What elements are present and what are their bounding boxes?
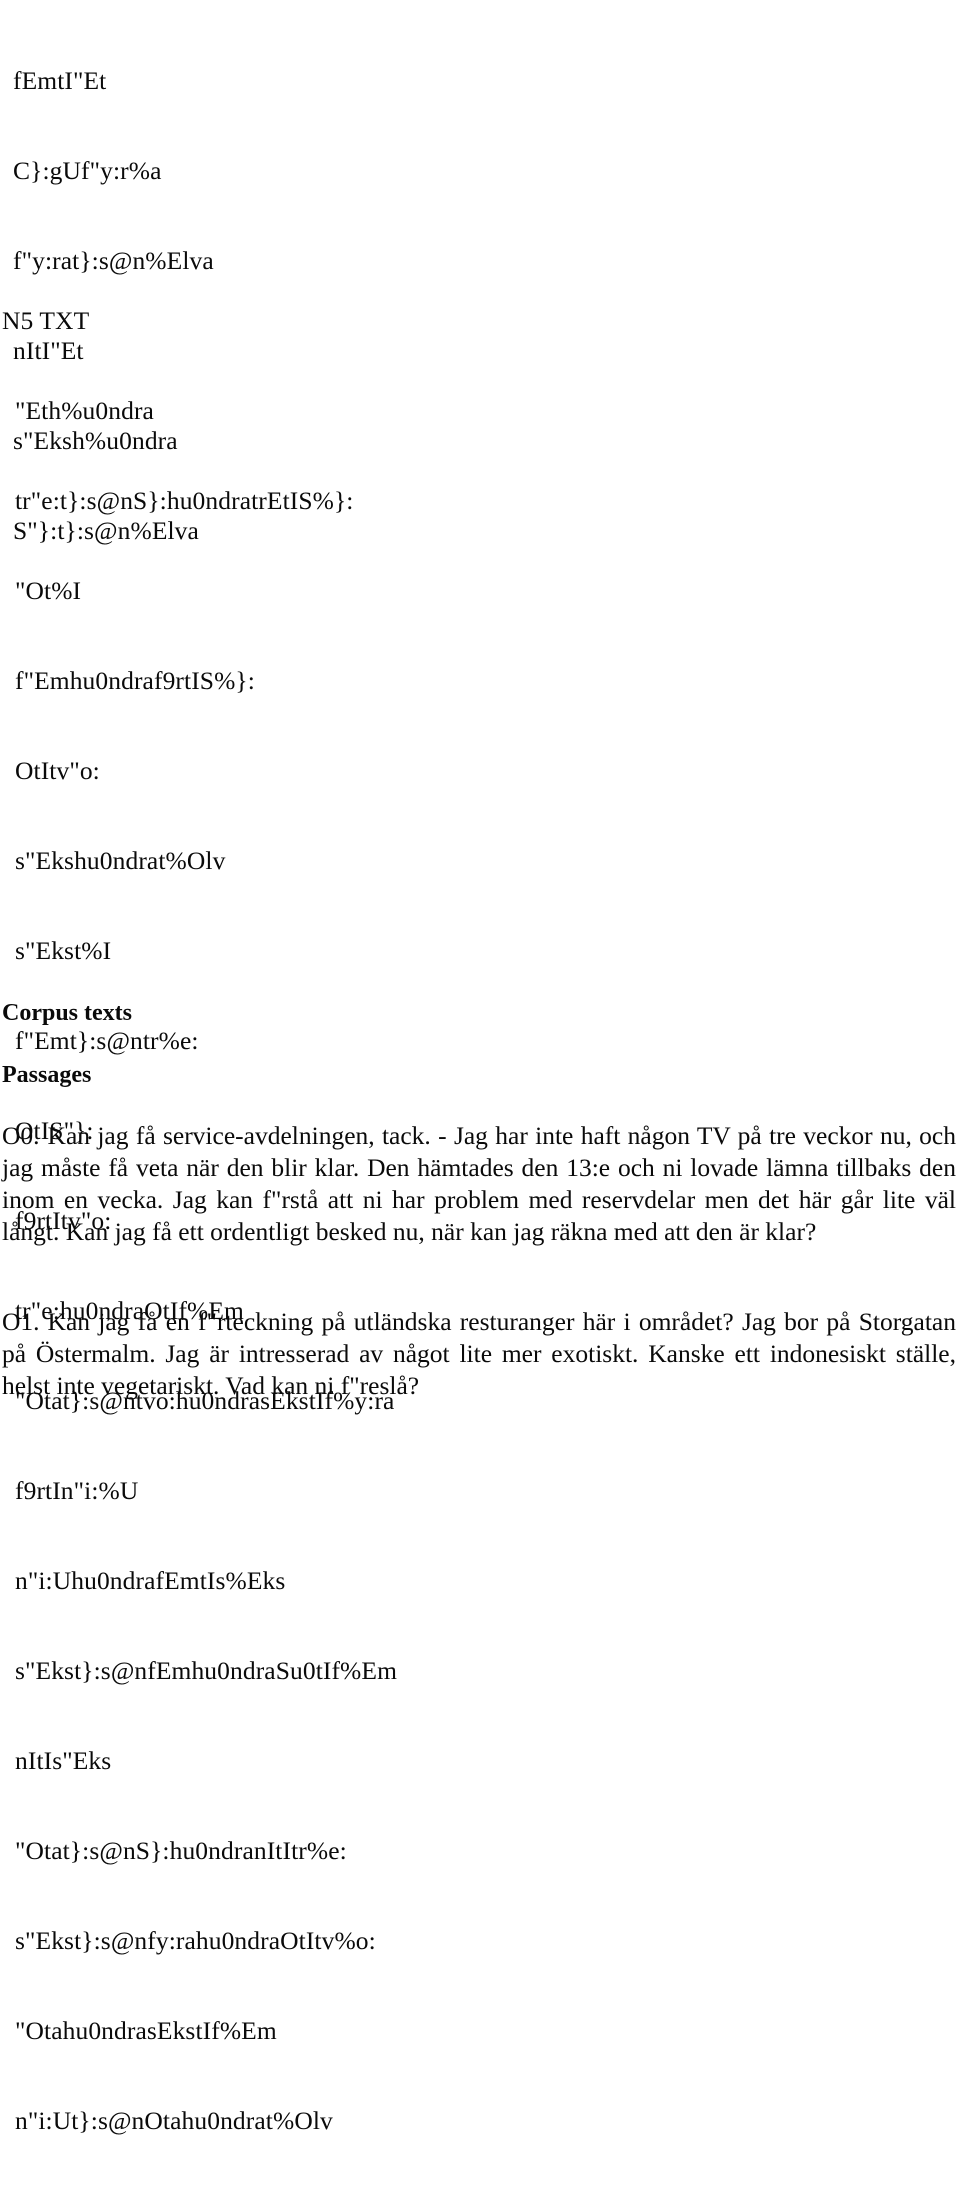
encoded-line: "Otahu0ndrasEkstIf%Em	[15, 2016, 277, 2045]
passage-text: Kan jag få en f"rteckning på utländska r…	[2, 1307, 956, 1400]
encoded-line: f"Emhu0ndraf9rtIS%}:	[15, 666, 255, 695]
passage-block: O1. Kan jag få en f"rteckning på utländsk…	[2, 1306, 956, 1402]
section-heading-corpus-texts: Corpus texts	[2, 1000, 132, 1026]
passage-paragraph: O1. Kan jag få en f"rteckning på utländsk…	[2, 1306, 956, 1402]
encoded-line: tr"e:t}:s@nS}:hu0ndratrEtIS%}:	[15, 486, 354, 515]
passage-paragraph: O0. Kan jag få service-avdelningen, tack.…	[2, 1120, 956, 1248]
encoded-line: "Otat}:s@nS}:hu0ndranItItr%e:	[15, 1836, 347, 1865]
encoded-line: n"i:Uhu0ndrafEmtIs%Eks	[15, 1566, 286, 1595]
document-page: fEmtI"Et C}:gUf"y:r%a f"y:rat}:s@n%Elva …	[0, 0, 960, 2135]
encoded-line: fEmtI"Et	[13, 66, 107, 95]
encoded-line: s"Ekst}:s@nfEmhu0ndraSu0tIf%Em	[15, 1656, 398, 1685]
section-heading-passages: Passages	[2, 1062, 92, 1088]
passage-label: O0.	[2, 1121, 40, 1150]
encoded-line: s"Ekst%I	[15, 936, 112, 965]
passage-text: Kan jag få service-avdelningen, tack. - …	[2, 1121, 956, 1246]
encoded-line: nItIs"Eks	[15, 1746, 112, 1775]
encoded-line: OtItv"o:	[15, 756, 100, 785]
passage-block: O0. Kan jag få service-avdelningen, tack.…	[2, 1120, 956, 1248]
encoded-line: s"Ekst}:s@nfy:rahu0ndraOtItv%o:	[15, 1926, 376, 1955]
encoded-line: n"i:Ut}:s@nOtahu0ndrat%Olv	[15, 2106, 333, 2135]
encoded-line: C}:gUf"y:r%a	[13, 156, 162, 185]
encoded-line: "Eth%u0ndra	[15, 396, 154, 425]
encoded-block-heading: N5 TXT	[2, 306, 90, 335]
encoded-line: f9rtIn"i:%U	[15, 1476, 139, 1505]
encoded-line: s"Ekshu0ndrat%Olv	[15, 846, 226, 875]
encoded-line: "Ot%I	[15, 576, 82, 605]
encoded-line: f"Emt}:s@ntr%e:	[15, 1026, 199, 1055]
passage-label: O1.	[2, 1307, 40, 1336]
